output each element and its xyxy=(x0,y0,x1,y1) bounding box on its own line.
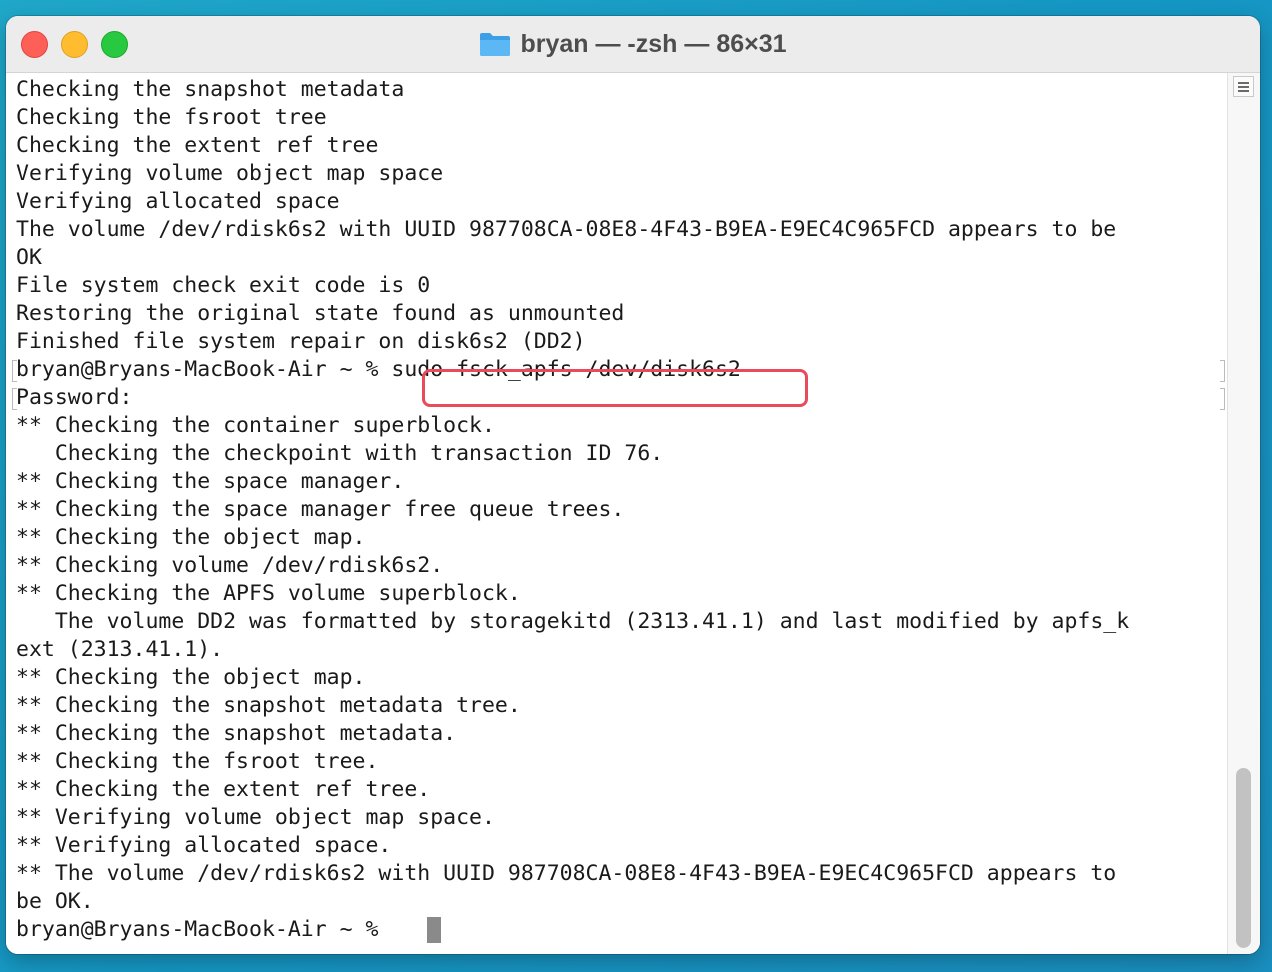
terminal-line: Checking the fsroot tree xyxy=(16,105,327,130)
terminal-output[interactable]: Checking the snapshot metadata Checking t… xyxy=(6,73,1228,954)
terminal-line: Finished file system repair on disk6s2 (… xyxy=(16,329,586,354)
scrollbar[interactable] xyxy=(1227,73,1260,954)
terminal-line: ** Verifying volume object map space. xyxy=(16,805,495,830)
terminal-line: Checking the snapshot metadata xyxy=(16,77,405,102)
command-highlight-box xyxy=(422,369,808,407)
terminal-line: ** Checking the space manager. xyxy=(16,469,405,494)
terminal-line: Password: xyxy=(16,385,133,410)
split-pane-icon[interactable] xyxy=(1233,76,1254,97)
terminal-line: ** Checking the space manager free queue… xyxy=(16,497,625,522)
terminal-line: Restoring the original state found as un… xyxy=(16,301,625,326)
terminal-line: bryan@Bryans-MacBook-Air ~ % xyxy=(16,917,392,942)
folder-icon xyxy=(479,31,511,57)
terminal-line: ** Checking the object map. xyxy=(16,665,366,690)
terminal-window: bryan — -zsh — 86×31 Checking the snapsh… xyxy=(6,16,1260,954)
terminal-line: ** Verifying allocated space. xyxy=(16,833,392,858)
terminal-line: ** Checking the snapshot metadata tree. xyxy=(16,693,521,718)
terminal-line: ** The volume /dev/rdisk6s2 with UUID 98… xyxy=(16,861,1117,886)
password-line-start-mark xyxy=(12,388,17,410)
scroll-thumb[interactable] xyxy=(1236,768,1251,948)
terminal-line: Checking the checkpoint with transaction… xyxy=(16,441,664,466)
terminal-line: ** Checking the object map. xyxy=(16,525,366,550)
terminal-line: File system check exit code is 0 xyxy=(16,273,431,298)
terminal-line: ** Checking the extent ref tree. xyxy=(16,777,431,802)
terminal-line: OK xyxy=(16,245,42,270)
terminal-line: ** Checking the APFS volume superblock. xyxy=(16,581,521,606)
terminal-line: Checking the extent ref tree xyxy=(16,133,379,158)
password-line-end-mark xyxy=(1220,388,1225,410)
window-title: bryan — -zsh — 86×31 xyxy=(520,29,787,58)
command-line-start-mark xyxy=(12,360,17,382)
terminal-line: ext (2313.41.1). xyxy=(16,637,224,662)
terminal-line: The volume DD2 was formatted by storagek… xyxy=(16,609,1130,634)
text-cursor xyxy=(427,917,441,943)
terminal-line: be OK. xyxy=(16,889,94,914)
terminal-line: ** Checking volume /dev/rdisk6s2. xyxy=(16,553,444,578)
window-title-group: bryan — -zsh — 86×31 xyxy=(6,28,1260,60)
terminal-line: ** Checking the fsroot tree. xyxy=(16,749,379,774)
terminal-line: ** Checking the snapshot metadata. xyxy=(16,721,457,746)
command-line-end-mark xyxy=(1220,360,1225,382)
terminal-line: Verifying volume object map space xyxy=(16,161,444,186)
terminal-line: Verifying allocated space xyxy=(16,189,340,214)
terminal-line: ** Checking the container superblock. xyxy=(16,413,495,438)
title-bar[interactable]: bryan — -zsh — 86×31 xyxy=(6,16,1260,73)
terminal-line: The volume /dev/rdisk6s2 with UUID 98770… xyxy=(16,217,1117,242)
